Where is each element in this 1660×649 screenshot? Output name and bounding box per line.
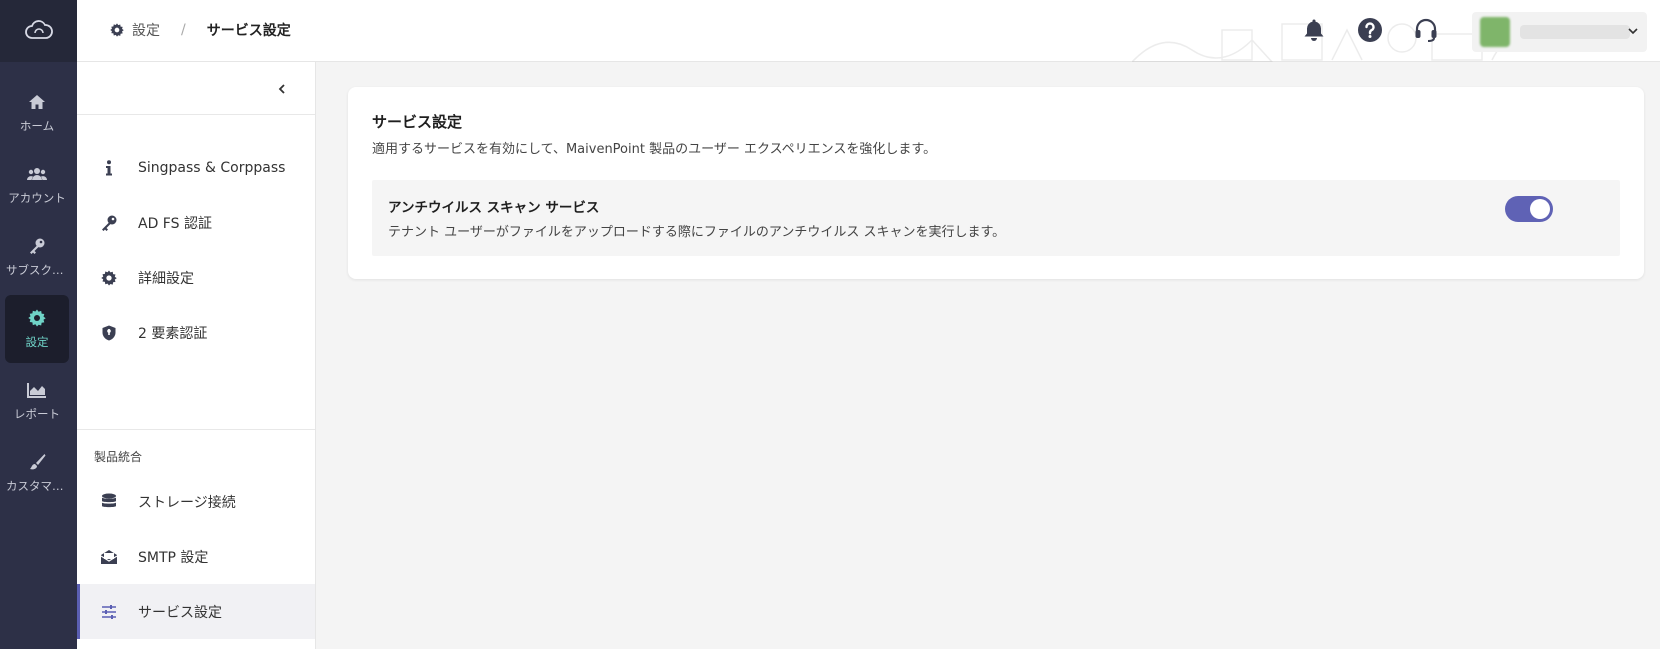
- rail-item-label: ホーム: [19, 118, 55, 133]
- page-title: サービス設定: [372, 113, 463, 131]
- user-menu[interactable]: [1472, 12, 1647, 52]
- support-button[interactable]: [1411, 14, 1441, 46]
- settings-subnav: Singpass & Corppass AD FS 認証 詳細設定 2 要素認証…: [77, 62, 316, 649]
- users-icon: [27, 165, 47, 183]
- avatar: [1480, 17, 1510, 47]
- breadcrumb-current: サービス設定: [206, 23, 291, 39]
- help-button[interactable]: [1355, 14, 1385, 46]
- subnav-item-singpass[interactable]: Singpass & Corppass: [77, 140, 315, 195]
- rail-item-label: カスタマイズ: [6, 478, 68, 493]
- rail-item-reports[interactable]: レポート: [5, 367, 69, 435]
- key-icon: [28, 237, 46, 255]
- rail-item-subscription[interactable]: サブスクリ…: [5, 223, 69, 291]
- rail-item-label: サブスクリ…: [6, 262, 68, 277]
- rail-item-home[interactable]: ホーム: [5, 79, 69, 147]
- subnav-item-label: 2 要素認証: [138, 325, 208, 342]
- user-name-redacted: [1520, 25, 1630, 39]
- home-icon: [28, 93, 46, 111]
- rail-item-label: 設定: [25, 334, 49, 349]
- breadcrumb: 設定 / サービス設定: [110, 0, 291, 60]
- cloud-logo-icon: [24, 20, 53, 39]
- sliders-icon: [99, 604, 119, 619]
- headset-icon: [1415, 18, 1437, 42]
- subnav-item-service-settings[interactable]: サービス設定: [77, 584, 315, 639]
- subnav-item-label: AD FS 認証: [138, 215, 212, 232]
- rail-item-label: アカウント: [8, 190, 66, 205]
- area-chart-icon: [27, 381, 47, 399]
- shield-icon: [99, 325, 119, 341]
- subnav-item-advanced[interactable]: 詳細設定: [77, 250, 315, 305]
- gear-icon: [28, 309, 46, 327]
- subnav-item-adfs[interactable]: AD FS 認証: [77, 195, 315, 250]
- brush-icon: [28, 453, 46, 471]
- subnav-item-storage[interactable]: ストレージ接続: [77, 474, 315, 529]
- divider: [77, 429, 315, 430]
- bell-icon: [1304, 19, 1324, 41]
- subnav-item-smtp[interactable]: SMTP 設定: [77, 529, 315, 584]
- antivirus-toggle[interactable]: [1505, 196, 1553, 222]
- page-description: 適用するサービスを有効にして、MaivenPoint 製品のユーザー エクスペリ…: [372, 142, 937, 157]
- chevron-down-icon: [1628, 28, 1638, 35]
- app-logo[interactable]: [0, 0, 77, 62]
- rail-item-label: レポート: [14, 406, 60, 421]
- collapse-subnav-button[interactable]: [269, 76, 295, 102]
- info-icon: [99, 159, 119, 176]
- key-icon: [99, 214, 119, 232]
- subnav-item-label: SMTP 設定: [138, 549, 209, 566]
- divider: [77, 114, 315, 115]
- service-name: アンチウイルス スキャン サービス: [388, 200, 600, 216]
- header-actions: [1299, 14, 1467, 46]
- rail-item-settings[interactable]: 設定: [5, 295, 69, 363]
- service-settings-card: サービス設定 適用するサービスを有効にして、MaivenPoint 製品のユーザ…: [348, 87, 1644, 279]
- question-circle-icon: [1358, 18, 1382, 42]
- subnav-item-label: Singpass & Corppass: [138, 159, 286, 176]
- section-label: 製品統合: [94, 450, 143, 464]
- breadcrumb-separator: /: [181, 22, 186, 38]
- service-description: テナント ユーザーがファイルをアップロードする際にファイルのアンチウイルス スキ…: [388, 225, 1006, 240]
- breadcrumb-root[interactable]: 設定: [110, 20, 160, 40]
- service-row-antivirus: アンチウイルス スキャン サービス テナント ユーザーがファイルをアップロードす…: [372, 180, 1620, 256]
- gear-icon: [110, 23, 124, 37]
- subnav-item-label: 詳細設定: [138, 270, 194, 287]
- subnav-item-label: ストレージ接続: [138, 494, 236, 511]
- mail-open-icon: [99, 549, 119, 565]
- subnav-item-label: サービス設定: [138, 604, 222, 621]
- gear-icon: [99, 269, 119, 286]
- rail-item-customize[interactable]: カスタマイズ: [5, 439, 69, 507]
- top-header: 設定 / サービス設定: [77, 0, 1660, 62]
- chevron-left-icon: [278, 84, 285, 94]
- database-icon: [99, 493, 119, 511]
- rail-item-accounts[interactable]: アカウント: [5, 151, 69, 219]
- notifications-button[interactable]: [1299, 14, 1329, 46]
- breadcrumb-root-label: 設定: [132, 23, 160, 39]
- subnav-item-2fa[interactable]: 2 要素認証: [77, 305, 315, 360]
- app-rail: ホーム アカウント サブスクリ… 設定 レポート カスタマイズ: [0, 0, 77, 649]
- toggle-knob: [1530, 199, 1550, 219]
